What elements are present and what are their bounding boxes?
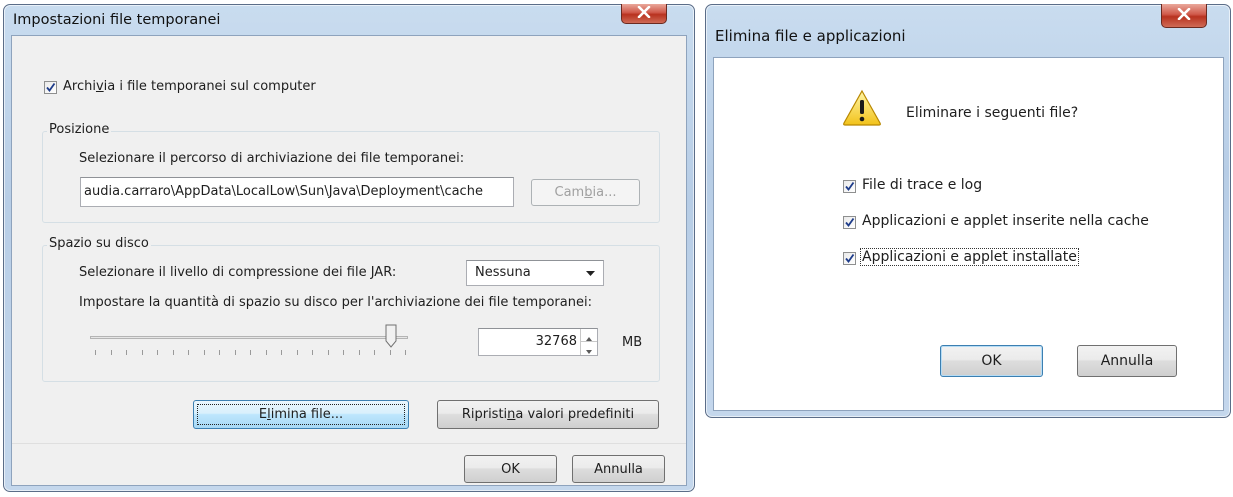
spin-up-icon[interactable] bbox=[581, 329, 597, 342]
slider-tick bbox=[234, 350, 236, 355]
slider-tick bbox=[95, 350, 96, 355]
disk-space-label: Impostare la quantità di spazio su disco… bbox=[79, 295, 592, 310]
keep-temp-files-checkbox[interactable] bbox=[44, 81, 57, 94]
slider-tick bbox=[343, 350, 344, 355]
slider-tick bbox=[389, 350, 391, 355]
slider-tick bbox=[188, 350, 189, 355]
dialog-title: Impostazioni file temporanei bbox=[13, 12, 221, 28]
spin-down-icon[interactable] bbox=[581, 342, 597, 355]
dialog-title: Elimina file e applicazioni bbox=[715, 27, 906, 45]
slider-tick bbox=[110, 350, 112, 355]
slider-tick bbox=[296, 350, 298, 355]
restore-defaults-button[interactable]: Ripristina valori predefiniti bbox=[437, 400, 659, 429]
client-area: Archivia i file temporanei sul computer … bbox=[11, 35, 687, 486]
slider-tick bbox=[281, 350, 282, 355]
close-button[interactable] bbox=[621, 4, 667, 24]
slider-tick bbox=[265, 350, 267, 355]
location-group-label: Posizione bbox=[47, 122, 112, 137]
slider-tick bbox=[312, 350, 313, 355]
installed-apps-checkbox[interactable] bbox=[843, 252, 856, 265]
slider-tick bbox=[219, 350, 220, 355]
client-area: Eliminare i seguenti file? File di trace… bbox=[713, 57, 1224, 411]
cache-path-field[interactable]: audia.carraro\AppData\LocalLow\Sun\Java\… bbox=[80, 177, 514, 207]
slider-tick bbox=[374, 350, 375, 355]
compression-select[interactable]: Nessuna bbox=[466, 260, 604, 286]
chevron-down-icon bbox=[586, 261, 595, 285]
slider-tick bbox=[157, 350, 158, 355]
cancel-button[interactable]: Annulla bbox=[1077, 345, 1177, 377]
slider-tick bbox=[126, 350, 127, 355]
location-prompt: Selezionare il percorso di archiviazione… bbox=[79, 151, 465, 166]
disk-space-unit: MB bbox=[622, 335, 643, 350]
disk-space-group-label: Spazio su disco bbox=[47, 236, 151, 251]
keep-temp-files-label[interactable]: Archivia i file temporanei sul computer bbox=[63, 79, 316, 94]
button-separator bbox=[12, 443, 686, 444]
slider-ticks bbox=[90, 350, 410, 356]
trace-log-label[interactable]: File di trace e log bbox=[862, 177, 982, 193]
ok-button[interactable]: OK bbox=[464, 455, 557, 483]
cached-apps-label[interactable]: Applicazioni e applet inserite nella cac… bbox=[862, 213, 1149, 229]
slider-track bbox=[90, 336, 408, 339]
warning-icon bbox=[842, 89, 882, 130]
change-location-button[interactable]: Cambia... bbox=[531, 179, 640, 206]
slider-tick bbox=[172, 350, 174, 355]
slider-tick bbox=[141, 350, 143, 355]
slider-tick bbox=[250, 350, 251, 355]
cancel-button[interactable]: Annulla bbox=[572, 455, 665, 483]
title-bar[interactable]: Elimina file e applicazioni bbox=[706, 4, 1230, 49]
installed-apps-label[interactable]: Applicazioni e applet installate bbox=[860, 248, 1079, 266]
compression-label: Selezionare il livello di compressione d… bbox=[79, 265, 397, 280]
slider-thumb[interactable] bbox=[385, 324, 397, 348]
disk-space-slider[interactable] bbox=[90, 324, 410, 360]
slider-tick bbox=[203, 350, 205, 355]
slider-tick bbox=[358, 350, 360, 355]
confirm-question: Eliminare i seguenti file? bbox=[906, 105, 1079, 121]
title-bar[interactable]: Impostazioni file temporanei bbox=[4, 4, 694, 35]
trace-log-checkbox[interactable] bbox=[843, 180, 856, 193]
close-button[interactable] bbox=[1161, 4, 1207, 28]
ok-button[interactable]: OK bbox=[940, 345, 1043, 377]
slider-tick bbox=[405, 350, 406, 355]
delete-files-button[interactable]: Elimina file... bbox=[193, 400, 409, 429]
cached-apps-checkbox[interactable] bbox=[843, 216, 856, 229]
close-icon bbox=[637, 5, 651, 22]
spin-buttons[interactable] bbox=[580, 329, 597, 355]
temp-files-settings-dialog: Impostazioni file temporanei Archivia i … bbox=[3, 4, 695, 492]
close-icon bbox=[1177, 7, 1191, 24]
slider-tick bbox=[327, 350, 329, 355]
disk-space-spinbox[interactable]: 32768 bbox=[478, 328, 598, 356]
delete-files-dialog: Elimina file e applicazioni Eliminare i … bbox=[705, 4, 1231, 418]
